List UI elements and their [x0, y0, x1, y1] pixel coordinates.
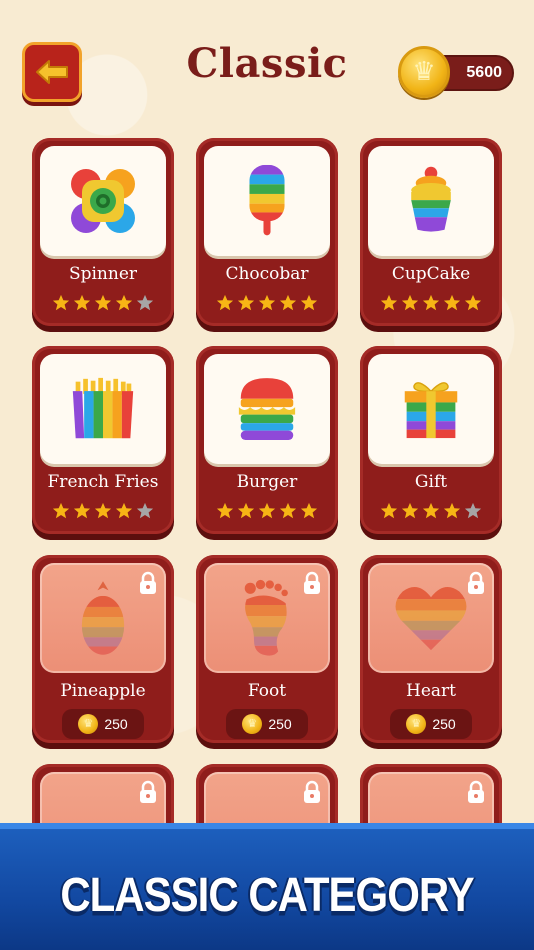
- price-amount: 250: [432, 716, 456, 732]
- star-icon: [401, 294, 419, 311]
- lock-icon: [468, 571, 484, 594]
- level-thumb: [204, 354, 330, 464]
- heart-icon: [395, 587, 467, 651]
- foot-icon: [244, 579, 288, 656]
- star-rating: [196, 294, 338, 312]
- star-rating: [360, 502, 502, 520]
- crown-coin-icon: ♛: [242, 714, 263, 734]
- level-thumb: [204, 146, 330, 256]
- gift-icon: [404, 382, 458, 439]
- star-icon: [216, 294, 234, 311]
- star-rating: [360, 294, 502, 312]
- unlock-price-button[interactable]: ♛ 250: [390, 709, 472, 739]
- star-icon: [422, 502, 440, 519]
- fidget-spinner-icon: [71, 169, 135, 233]
- lock-icon: [140, 780, 156, 803]
- level-thumb: [40, 354, 166, 464]
- level-name: Chocobar: [225, 264, 309, 284]
- star-rating: [32, 294, 174, 312]
- star-icon: [73, 502, 91, 519]
- level-card-chocobar[interactable]: Chocobar: [196, 138, 338, 326]
- level-card-heart[interactable]: Heart ♛ 250: [360, 555, 502, 743]
- star-icon: [279, 294, 297, 311]
- burger-icon: [238, 378, 296, 440]
- level-card-burger[interactable]: Burger: [196, 346, 338, 534]
- level-thumb: [368, 146, 494, 256]
- lock-icon: [304, 571, 320, 594]
- star-icon: [52, 294, 70, 311]
- level-name: Pineapple: [60, 681, 146, 701]
- level-name: CupCake: [391, 264, 471, 284]
- level-name: Spinner: [68, 264, 138, 284]
- level-name: French Fries: [47, 472, 159, 492]
- star-icon: [94, 502, 112, 519]
- level-name: Gift: [414, 472, 448, 492]
- star-icon: [73, 294, 91, 311]
- level-card-french-fries[interactable]: French Fries: [32, 346, 174, 534]
- star-icon: [115, 294, 133, 311]
- crown-coin-icon: ♛: [398, 46, 450, 98]
- popsicle-icon: [249, 164, 285, 236]
- cupcake-icon: [411, 166, 451, 232]
- level-name: Burger: [236, 472, 298, 492]
- star-icon: [237, 294, 255, 311]
- level-card-spinner[interactable]: Spinner: [32, 138, 174, 326]
- star-icon: [258, 502, 276, 519]
- level-card-pineapple[interactable]: Pineapple ♛ 250: [32, 555, 174, 743]
- star-icon: [443, 294, 461, 311]
- unlock-price-button[interactable]: ♛ 250: [62, 709, 144, 739]
- crown-coin-icon: ♛: [406, 714, 427, 734]
- price-amount: 250: [268, 716, 292, 732]
- lock-icon: [304, 780, 320, 803]
- unlock-price-button[interactable]: ♛ 250: [226, 709, 308, 739]
- level-thumb: [368, 354, 494, 464]
- level-card-gift[interactable]: Gift: [360, 346, 502, 534]
- star-icon: [443, 502, 461, 519]
- star-icon: [237, 502, 255, 519]
- star-icon: [94, 294, 112, 311]
- level-card-foot[interactable]: Foot ♛ 250: [196, 555, 338, 743]
- star-rating: [196, 502, 338, 520]
- category-banner: CLASSIC CATEGORY: [0, 823, 534, 950]
- star-icon: [300, 294, 318, 311]
- star-icon: [300, 502, 318, 519]
- star-empty-icon: [136, 294, 154, 311]
- star-icon: [464, 294, 482, 311]
- star-icon: [401, 502, 419, 519]
- star-icon: [52, 502, 70, 519]
- star-icon: [216, 502, 234, 519]
- pineapple-icon: [81, 581, 125, 655]
- level-card-cupcake[interactable]: CupCake: [360, 138, 502, 326]
- lock-icon: [468, 780, 484, 803]
- star-empty-icon: [136, 502, 154, 519]
- star-empty-icon: [464, 502, 482, 519]
- star-icon: [258, 294, 276, 311]
- level-name: Foot: [247, 681, 287, 701]
- price-amount: 250: [104, 716, 128, 732]
- coin-count: 5600: [466, 64, 502, 81]
- star-icon: [422, 294, 440, 311]
- french-fries-icon: [72, 377, 134, 439]
- star-icon: [115, 502, 133, 519]
- level-thumb: [40, 146, 166, 256]
- crown-coin-icon: ♛: [78, 714, 99, 734]
- banner-title: CLASSIC CATEGORY: [60, 867, 474, 922]
- lock-icon: [140, 571, 156, 594]
- star-icon: [279, 502, 297, 519]
- star-icon: [380, 502, 398, 519]
- star-icon: [380, 294, 398, 311]
- level-name: Heart: [406, 681, 456, 701]
- star-rating: [32, 502, 174, 520]
